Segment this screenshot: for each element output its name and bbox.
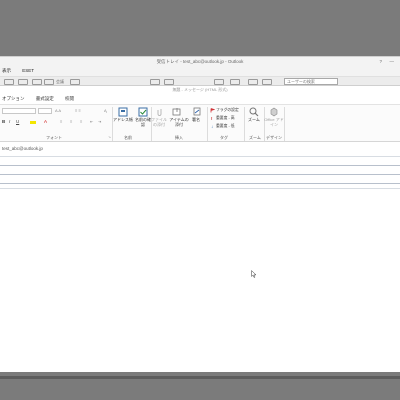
main-title-bar: 受信トレイ - test_abc@outlook.jp - Outlook ? … <box>0 57 400 67</box>
font-color-button[interactable]: A <box>44 119 47 124</box>
attach-file-label[interactable]: ファイルの添付 <box>151 117 167 127</box>
grow-font-icon[interactable]: A A <box>55 108 61 113</box>
help-button[interactable]: ? <box>379 57 382 67</box>
address-book-icon[interactable] <box>118 107 128 117</box>
office-addins-label[interactable]: Office アドイン <box>264 117 284 127</box>
message-body[interactable] <box>0 189 400 373</box>
to-field-line[interactable] <box>0 165 400 166</box>
align-left-icon[interactable]: ≡ <box>60 119 62 124</box>
attach-item-icon[interactable] <box>172 107 182 117</box>
magnifier-icon[interactable] <box>249 107 259 117</box>
flag-icon[interactable] <box>210 108 215 113</box>
bold-button[interactable]: B <box>2 119 5 124</box>
subject-field-line[interactable] <box>0 183 400 184</box>
main-window-title: 受信トレイ - test_abc@outlook.jp - Outlook <box>156 59 244 64</box>
header-divider <box>0 156 400 157</box>
signature-label[interactable]: 署名 <box>190 117 202 122</box>
compose-window: 無題 - メッセージ (HTML 形式) オプション 書式設定 校閲 A A ≡… <box>0 85 400 372</box>
font-group-label: フォント <box>46 135 62 140</box>
paperclip-icon[interactable] <box>156 107 164 117</box>
zoom-group-label: ズーム <box>249 135 261 140</box>
compose-title: 無題 - メッセージ (HTML 形式) <box>172 87 228 92</box>
cc-field-line[interactable] <box>0 174 400 175</box>
compose-ribbon-tabs: オプション 書式設定 校閲 <box>0 95 82 103</box>
people-search-input[interactable]: ユーザーの検索 <box>284 78 338 85</box>
tags-group-label: タグ <box>220 135 228 140</box>
highlight-icon[interactable] <box>30 121 36 124</box>
font-name-select[interactable] <box>2 108 36 114</box>
tab-format-text[interactable]: 書式設定 <box>36 95 54 103</box>
compose-ribbon: A A ≡ ≡ Ą B I U A ≡ ≡ ≡ ⇤ ⇥ フォント ↘ アドレス帳 <box>0 104 400 142</box>
design-group-label: デザイン <box>266 135 282 140</box>
ribbon-separator <box>207 107 208 141</box>
importance-low-icon[interactable]: ↓ <box>211 124 213 129</box>
importance-high-icon[interactable]: ! <box>211 116 213 121</box>
office-addins-icon[interactable] <box>269 107 279 117</box>
clear-format-icon[interactable]: Ą <box>104 108 107 113</box>
from-address[interactable]: test_abc@outlook.jp <box>2 146 43 151</box>
mouse-pointer-icon <box>251 270 257 278</box>
tab-options[interactable]: オプション <box>2 95 25 103</box>
indent-icon[interactable]: ⇤ <box>90 119 93 124</box>
list-icon[interactable]: ≡ ≡ <box>75 108 81 113</box>
importance-high-label[interactable]: 重要度 - 高 <box>216 116 235 121</box>
dialog-launcher-icon[interactable]: ↘ <box>108 135 111 139</box>
desktop-backdrop: 受信トレイ - test_abc@outlook.jp - Outlook ? … <box>0 0 400 400</box>
tab-eset[interactable]: ESET <box>22 67 34 75</box>
zoom-button-label[interactable]: ズーム <box>247 117 261 122</box>
bottom-edge <box>0 376 400 379</box>
check-names-label[interactable]: 名前の確認 <box>134 117 152 127</box>
font-size-select[interactable] <box>38 108 52 114</box>
align-right-icon[interactable]: ≡ <box>80 119 82 124</box>
include-group-label: 挿入 <box>175 135 183 140</box>
attach-item-label[interactable]: アイテムの添付 <box>168 117 190 127</box>
italic-button[interactable]: I <box>9 119 10 124</box>
underline-button[interactable]: U <box>16 119 19 124</box>
importance-low-label[interactable]: 重要度 - 低 <box>216 124 235 129</box>
ribbon-separator <box>284 107 285 141</box>
ribbon-separator <box>112 107 113 141</box>
align-center-icon[interactable]: ≡ <box>70 119 72 124</box>
minimize-button[interactable]: — <box>390 57 395 67</box>
check-names-icon[interactable] <box>138 107 148 117</box>
ribbon-separator <box>244 107 245 141</box>
tab-view[interactable]: 表示 <box>2 67 11 75</box>
main-ribbon-tabs: 表示 ESET <box>0 67 42 75</box>
outdent-icon[interactable]: ⇥ <box>98 119 101 124</box>
signature-icon[interactable] <box>193 107 201 117</box>
tab-review[interactable]: 校閲 <box>65 95 74 103</box>
names-group-label: 名前 <box>124 135 132 140</box>
followup-label[interactable]: フラグの設定 <box>216 108 239 113</box>
top-backdrop <box>0 0 400 56</box>
address-book-label[interactable]: アドレス帳 <box>112 117 134 122</box>
